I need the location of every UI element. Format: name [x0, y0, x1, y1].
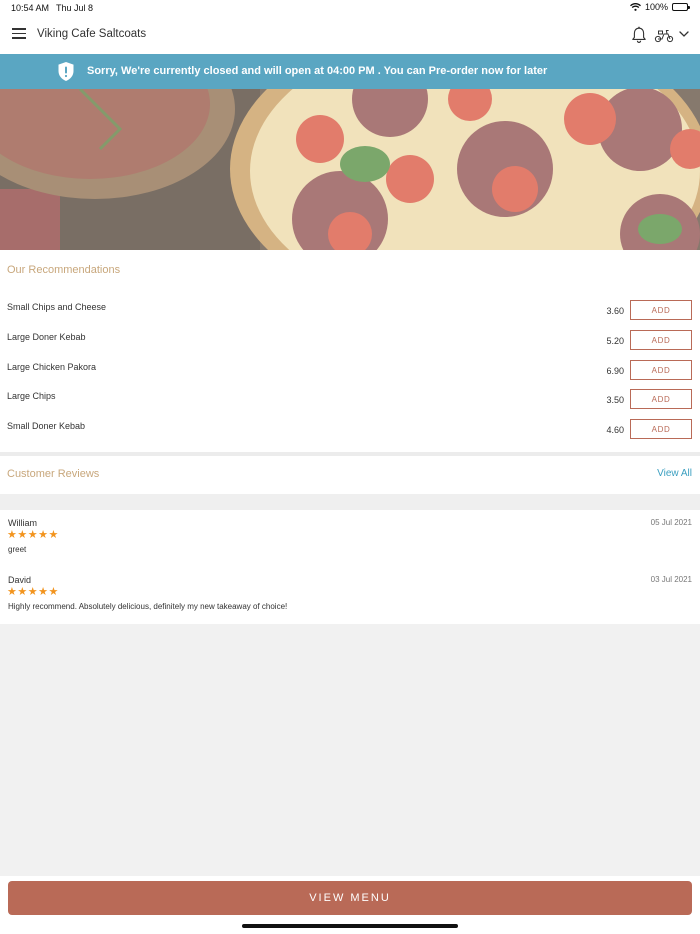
item-price: 6.90	[606, 366, 624, 376]
review-date: 05 Jul 2021	[650, 518, 692, 527]
delivery-scooter-icon[interactable]	[654, 26, 674, 44]
recommendations-section: Our Recommendations Small Chips and Chee…	[0, 250, 700, 452]
review-item: David 03 Jul 2021 ★★★★★ Highly recommend…	[0, 575, 700, 631]
item-price: 4.60	[606, 425, 624, 435]
reviews-heading: Customer Reviews	[7, 468, 100, 480]
battery-percent: 100%	[644, 2, 668, 12]
status-date: Thu Jul 8	[56, 3, 94, 13]
review-date: 03 Jul 2021	[650, 575, 692, 584]
recommendation-item: Small Doner Kebab 4.60 ADD	[0, 419, 700, 449]
empty-content-area	[0, 624, 700, 876]
view-menu-button[interactable]: VIEW MENU	[8, 881, 692, 915]
footer-bar: VIEW MENU	[0, 876, 700, 934]
section-gap	[0, 494, 700, 510]
recommendation-item: Small Chips and Cheese 3.60 ADD	[0, 300, 700, 330]
item-price: 3.60	[606, 306, 624, 316]
reviews-header: Customer Reviews View All	[0, 456, 700, 494]
item-name: Small Chips and Cheese	[7, 302, 107, 312]
item-name: Large Doner Kebab	[7, 332, 86, 342]
status-bar: 10:54 AM Thu Jul 8 100%	[0, 0, 700, 16]
item-name: Large Chicken Pakora	[7, 362, 97, 372]
wifi-icon	[630, 3, 641, 11]
hamburger-menu-icon[interactable]	[12, 28, 26, 40]
closed-notice-banner: Sorry, We're currently closed and will o…	[0, 54, 700, 89]
recommendation-item: Large Chips 3.50 ADD	[0, 389, 700, 419]
add-button[interactable]: ADD	[630, 419, 692, 439]
add-button[interactable]: ADD	[630, 389, 692, 409]
bell-icon[interactable]	[631, 26, 647, 44]
review-item: William 05 Jul 2021 ★★★★★ greet	[0, 518, 700, 574]
review-text: greet	[8, 545, 27, 554]
recommendation-item: Large Chicken Pakora 6.90 ADD	[0, 360, 700, 390]
view-all-reviews-link[interactable]: View All	[657, 468, 692, 479]
recommendation-item: Large Doner Kebab 5.20 ADD	[0, 330, 700, 360]
chevron-down-icon[interactable]	[678, 28, 690, 40]
reviews-list: William 05 Jul 2021 ★★★★★ greet David 03…	[0, 510, 700, 624]
star-rating: ★★★★★	[7, 586, 59, 598]
hero-banner-image	[0, 89, 700, 250]
review-author: William	[8, 518, 37, 528]
item-name: Small Doner Kebab	[7, 421, 86, 431]
add-button[interactable]: ADD	[630, 300, 692, 320]
item-price: 3.50	[606, 395, 624, 405]
app-header: Viking Cafe Saltcoats	[0, 16, 700, 54]
shield-alert-icon	[58, 62, 74, 81]
item-price: 5.20	[606, 336, 624, 346]
status-time: 10:54 AM	[11, 3, 50, 13]
home-indicator[interactable]	[242, 924, 458, 928]
add-button[interactable]: ADD	[630, 360, 692, 380]
status-indicators: 100%	[630, 2, 690, 12]
closed-notice-text: Sorry, We're currently closed and will o…	[87, 65, 548, 77]
recommendations-heading: Our Recommendations	[7, 264, 121, 276]
review-text: Highly recommend. Absolutely delicious, …	[8, 602, 288, 611]
item-name: Large Chips	[7, 391, 56, 401]
page-title: Viking Cafe Saltcoats	[37, 28, 147, 40]
star-rating: ★★★★★	[7, 529, 59, 541]
review-author: David	[8, 575, 32, 585]
battery-icon	[672, 3, 690, 11]
add-button[interactable]: ADD	[630, 330, 692, 350]
